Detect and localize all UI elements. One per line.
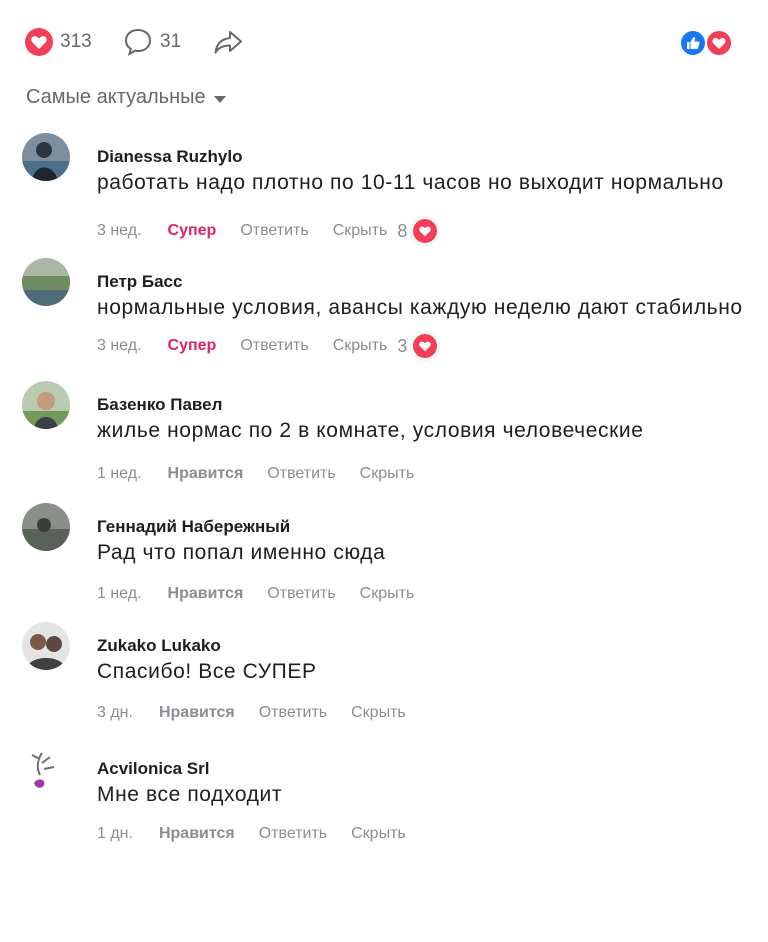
comment-author[interactable]: Acvilonica Srl: [97, 759, 209, 779]
likes-metric[interactable]: 313: [24, 26, 92, 58]
comment-actions: 1 дн. Нравится Ответить Скрыть: [97, 825, 430, 843]
reply-button[interactable]: Ответить: [259, 704, 327, 722]
reply-button[interactable]: Ответить: [240, 337, 308, 355]
likes-count: 313: [60, 31, 92, 52]
hide-button[interactable]: Скрыть: [360, 585, 415, 603]
avatar[interactable]: [22, 503, 70, 551]
comment-actions: 3 нед. Супер Ответить Скрыть 8: [97, 217, 440, 245]
like-button[interactable]: Нравится: [159, 704, 235, 722]
comment-author[interactable]: Zukako Lukako: [97, 636, 221, 656]
heart-icon: [25, 28, 53, 56]
heart-icon[interactable]: [411, 217, 440, 245]
comment-text: Спасибо! Все СУПЕР: [97, 660, 317, 683]
comment-actions: 1 нед. Нравится Ответить Скрыть: [97, 585, 438, 603]
share-button[interactable]: [212, 26, 244, 58]
reaction-count[interactable]: 8: [397, 221, 407, 242]
comment-text: Рад что попал именно сюда: [97, 541, 386, 564]
comments-metric[interactable]: 31: [122, 26, 181, 58]
comment-author[interactable]: Петр Басс: [97, 272, 182, 292]
hide-button[interactable]: Скрыть: [333, 222, 388, 240]
comment-author[interactable]: Геннадий Набережный: [97, 517, 290, 537]
reactions-summary[interactable]: [679, 26, 739, 58]
reaction-button[interactable]: Супер: [168, 222, 217, 240]
love-icon: [705, 29, 733, 57]
comment-time[interactable]: 3 дн.: [97, 704, 133, 722]
comment-text: жилье нормас по 2 в комнате, условия чел…: [97, 419, 644, 442]
hide-button[interactable]: Скрыть: [351, 704, 406, 722]
avatar[interactable]: [22, 381, 70, 429]
comments-count: 31: [160, 31, 182, 52]
chevron-down-icon: [213, 95, 226, 103]
post-stats-bar: 313 31: [0, 0, 768, 88]
like-button[interactable]: Нравится: [168, 465, 244, 483]
share-icon: [214, 31, 242, 54]
like-icon: [679, 29, 707, 57]
comment-time[interactable]: 1 нед.: [97, 465, 142, 483]
comment-text: работать надо плотно по 10-11 часов но в…: [97, 171, 724, 194]
comment-time[interactable]: 1 нед.: [97, 585, 142, 603]
hide-button[interactable]: Скрыть: [333, 337, 388, 355]
like-button[interactable]: Нравится: [159, 825, 235, 843]
like-button[interactable]: Нравится: [168, 585, 244, 603]
hide-button[interactable]: Скрыть: [351, 825, 406, 843]
comment-author[interactable]: Базенко Павел: [97, 395, 222, 415]
comment-time[interactable]: 3 нед.: [97, 337, 142, 355]
reply-button[interactable]: Ответить: [259, 825, 327, 843]
hide-button[interactable]: Скрыть: [360, 465, 415, 483]
sort-label: Самые актуальные: [26, 86, 206, 108]
avatar[interactable]: [22, 745, 70, 793]
comment-actions: 3 дн. Нравится Ответить Скрыть: [97, 704, 430, 722]
sort-dropdown[interactable]: Самые актуальные: [26, 86, 226, 109]
comment-actions: 3 нед. Супер Ответить Скрыть 3: [97, 332, 440, 360]
avatar[interactable]: [22, 258, 70, 306]
comment-text: Мне все подходит: [97, 783, 283, 806]
comment-bubble-icon: [124, 28, 152, 57]
reply-button[interactable]: Ответить: [240, 222, 308, 240]
reaction-button[interactable]: Супер: [168, 337, 217, 355]
reply-button[interactable]: Ответить: [267, 585, 335, 603]
comment-time[interactable]: 3 нед.: [97, 222, 142, 240]
avatar[interactable]: [22, 622, 70, 670]
heart-icon[interactable]: [411, 332, 440, 360]
comment-actions: 1 нед. Нравится Ответить Скрыть: [97, 465, 438, 483]
comment-author[interactable]: Dianessa Ruzhylo: [97, 147, 243, 167]
reaction-count[interactable]: 3: [397, 336, 407, 357]
avatar[interactable]: [22, 133, 70, 181]
comment-text: нормальные условия, авансы каждую неделю…: [97, 296, 743, 319]
reply-button[interactable]: Ответить: [267, 465, 335, 483]
comment-time[interactable]: 1 дн.: [97, 825, 133, 843]
